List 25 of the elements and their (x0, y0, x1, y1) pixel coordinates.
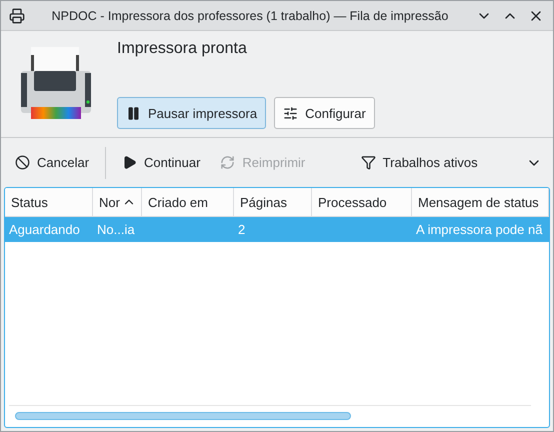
cancel-button[interactable]: Cancelar (7, 149, 98, 176)
column-header[interactable]: Criado em (142, 188, 234, 216)
filter-button[interactable]: Trabalhos ativos (352, 149, 486, 176)
column-header[interactable]: Status (5, 188, 93, 216)
column-header[interactable]: Páginas (234, 188, 312, 216)
window-title: NPDOC - Impressora dos professores (1 trabalho) — Fila de impressão (50, 8, 450, 22)
refresh-icon (220, 155, 236, 170)
table-cell-text: A impressora pode nã (415, 221, 544, 239)
column-header[interactable]: Nor (93, 188, 142, 216)
printer-icon (9, 8, 25, 24)
sliders-icon (283, 106, 298, 120)
play-icon (122, 155, 138, 170)
cancel-icon (15, 155, 30, 170)
column-header[interactable]: Processado (312, 188, 412, 216)
scrollbar-thumb[interactable] (15, 412, 351, 420)
column-header[interactable]: Mensagem de status (412, 188, 549, 216)
table-cell-text: Aguardando (8, 221, 81, 239)
table-cell-text: 2 (237, 221, 246, 239)
pause-icon (126, 106, 141, 120)
continue-button[interactable]: Continuar (114, 149, 208, 176)
printer-status: Impressora pronta (117, 40, 248, 58)
configure-button[interactable]: Configurar (274, 97, 375, 129)
filter-icon (360, 155, 376, 170)
pause-printer-button[interactable]: Pausar impressora (117, 97, 266, 129)
table-cell-text: No...ia (96, 221, 136, 239)
